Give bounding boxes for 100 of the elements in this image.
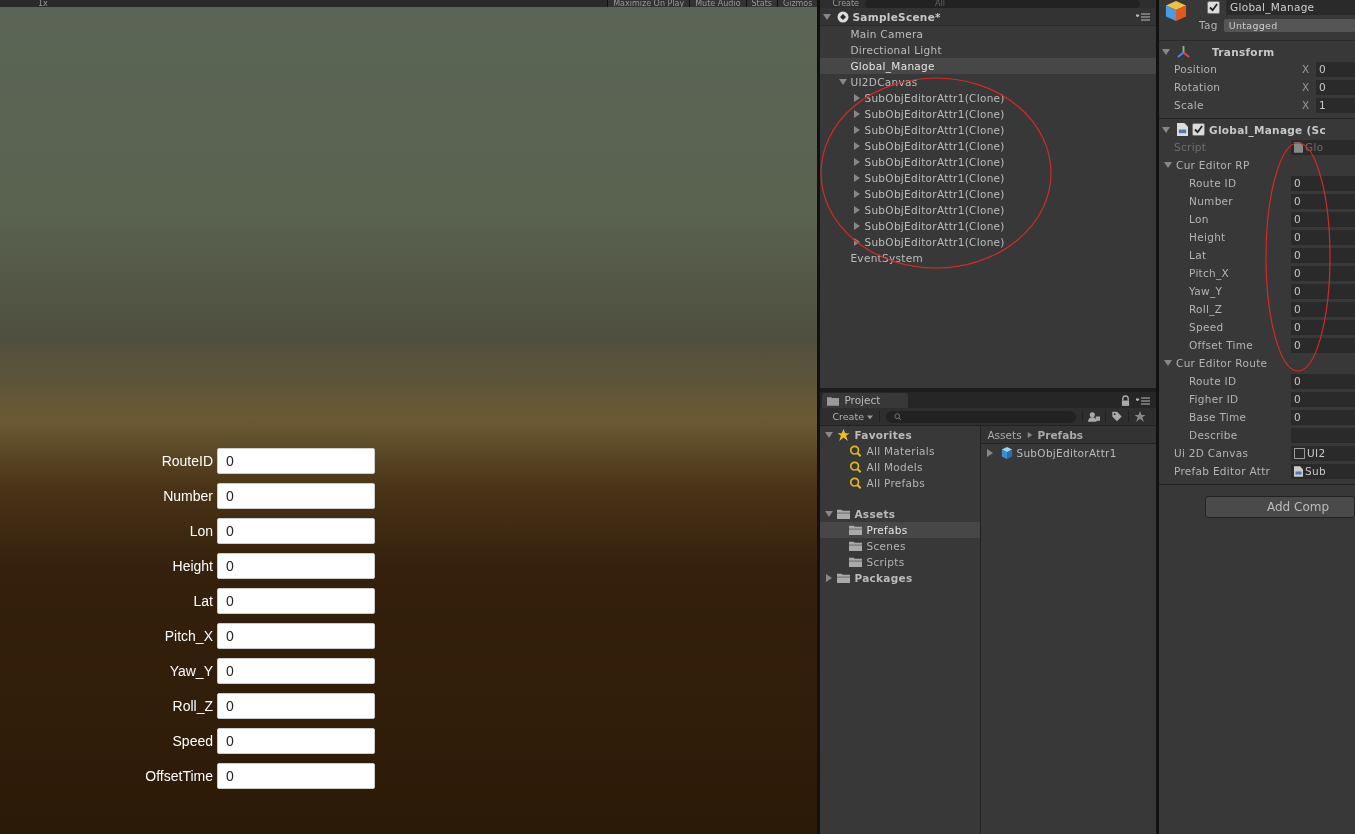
expand-arrow-icon[interactable]	[853, 190, 862, 198]
add-component-button[interactable]: Add Comp	[1205, 496, 1355, 518]
project-tree-item[interactable]: All Prefabs	[820, 475, 981, 491]
expand-arrow-icon[interactable]	[853, 126, 862, 134]
value-field[interactable]: 0	[1316, 79, 1355, 95]
expand-arrow-icon[interactable]	[839, 78, 848, 86]
input-field[interactable]: 0	[217, 483, 375, 509]
expand-arrow-icon[interactable]	[986, 449, 995, 457]
component-title: Transform	[1212, 45, 1275, 58]
breadcrumb-item[interactable]: Prefabs	[1037, 428, 1084, 441]
breadcrumb-arrow-icon	[1026, 431, 1033, 438]
hierarchy-item[interactable]: SubObjEditorAttr1(Clone)	[820, 234, 1156, 250]
project-tree-item[interactable]: Scenes	[820, 538, 981, 554]
value-field[interactable]: 0	[1291, 409, 1355, 425]
expand-arrow-icon[interactable]	[823, 12, 832, 21]
project-tree-item[interactable]: Packages	[820, 570, 981, 586]
property-label: Scale	[1173, 99, 1204, 111]
folder-icon	[837, 572, 851, 584]
input-field[interactable]: 0	[217, 448, 375, 474]
value-field[interactable]: 0	[1291, 373, 1355, 389]
project-tree-item[interactable]: Prefabs	[820, 522, 981, 538]
project-tab[interactable]: Project	[822, 393, 909, 408]
checkbox[interactable]	[1192, 123, 1205, 136]
tag-dropdown[interactable]: Untagged	[1223, 18, 1355, 32]
project-tree-item[interactable]: Assets	[820, 506, 981, 522]
expand-arrow-icon[interactable]	[853, 142, 862, 150]
value-field[interactable]: 0	[1291, 211, 1355, 227]
hierarchy-item[interactable]: Directional Light	[820, 42, 1156, 58]
value-field[interactable]: 0	[1291, 283, 1355, 299]
create-dropdown[interactable]: Create	[832, 0, 860, 8]
field-label: OffsetTime	[144, 768, 214, 784]
menu-icon[interactable]	[1136, 397, 1150, 405]
lock-icon[interactable]	[1121, 395, 1130, 406]
menu-icon[interactable]	[1136, 12, 1150, 21]
checkbox[interactable]	[1207, 1, 1220, 14]
hierarchy-item[interactable]: SubObjEditorAttr1(Clone)	[820, 170, 1156, 186]
expand-arrow-icon[interactable]	[825, 510, 834, 518]
expand-arrow-icon[interactable]	[1164, 161, 1172, 169]
foldout-label[interactable]: Cur Editor Route	[1176, 354, 1268, 372]
hierarchy-item[interactable]: SubObjEditorAttr1(Clone)	[820, 106, 1156, 122]
expand-arrow-icon[interactable]	[853, 206, 862, 214]
value-field[interactable]: 0	[1291, 265, 1355, 281]
hierarchy-item[interactable]: Global_Manage	[820, 58, 1156, 74]
expand-arrow-icon[interactable]	[825, 431, 834, 439]
foldout-label[interactable]: Cur Editor RP	[1176, 156, 1250, 174]
value-field[interactable]: 0	[1291, 319, 1355, 335]
value-field[interactable]: 1	[1316, 97, 1355, 113]
expand-arrow-icon[interactable]	[853, 110, 862, 118]
value-field[interactable]: 0	[1291, 301, 1355, 317]
input-field[interactable]: 0	[217, 518, 375, 544]
value-field[interactable]: 0	[1291, 175, 1355, 191]
script-file-icon	[1294, 141, 1303, 153]
object-field[interactable]: UI2	[1291, 445, 1355, 461]
object-field[interactable]: Sub	[1291, 463, 1355, 479]
hierarchy-item[interactable]: SubObjEditorAttr1(Clone)	[820, 154, 1156, 170]
value-field[interactable]: 0	[1291, 391, 1355, 407]
hierarchy-item[interactable]: SubObjEditorAttr1(Clone)	[820, 138, 1156, 154]
hierarchy-item[interactable]: SubObjEditorAttr1(Clone)	[820, 90, 1156, 106]
name-field[interactable]: Global_Manage	[1226, 0, 1355, 15]
value-field[interactable]: 0	[1291, 193, 1355, 209]
expand-arrow-icon[interactable]	[1162, 47, 1170, 56]
input-field[interactable]: 0	[217, 728, 375, 754]
expand-arrow-icon[interactable]	[853, 174, 862, 182]
expand-arrow-icon[interactable]	[853, 222, 862, 230]
search-field[interactable]	[886, 410, 1076, 423]
component-title: Global_Manage (Sc	[1209, 123, 1326, 136]
value-field[interactable]: 0	[1316, 61, 1355, 77]
asset-item[interactable]: SubObjEditorAttr1	[1016, 447, 1117, 459]
value-field[interactable]: 0	[1291, 337, 1355, 353]
project-tree-item[interactable]: All Models	[820, 459, 981, 475]
input-field[interactable]: 0	[217, 553, 375, 579]
expand-arrow-icon[interactable]	[1164, 359, 1172, 367]
object-icon	[1294, 447, 1305, 459]
property-label: Pitch_X	[1188, 267, 1231, 279]
expand-arrow-icon[interactable]	[825, 574, 834, 582]
input-field[interactable]: 0	[217, 623, 375, 649]
hierarchy-item[interactable]: SubObjEditorAttr1(Clone)	[820, 218, 1156, 234]
value-field[interactable]: 0	[1291, 247, 1355, 263]
input-field[interactable]: 0	[217, 693, 375, 719]
input-field[interactable]: 0	[217, 763, 375, 789]
hierarchy-item[interactable]: SubObjEditorAttr1(Clone)	[820, 202, 1156, 218]
input-field[interactable]: 0	[217, 588, 375, 614]
expand-arrow-icon[interactable]	[1162, 125, 1170, 134]
scene-title: SampleScene*	[852, 10, 942, 23]
create-dropdown[interactable]: Create	[820, 411, 880, 422]
search-icon	[849, 461, 863, 473]
hierarchy-item[interactable]: SubObjEditorAttr1(Clone)	[820, 122, 1156, 138]
project-tree-item[interactable]: Favorites	[820, 427, 981, 443]
property-label: Describe	[1188, 429, 1239, 441]
project-tree-item[interactable]: All Materials	[820, 443, 981, 459]
expand-arrow-icon[interactable]	[853, 158, 862, 166]
project-tree-item[interactable]: Scripts	[820, 554, 981, 570]
hierarchy-item[interactable]: Main Camera	[820, 26, 1156, 42]
value-field[interactable]: 0	[1291, 229, 1355, 245]
expand-arrow-icon[interactable]	[853, 94, 862, 102]
breadcrumb-item[interactable]: Assets	[987, 428, 1022, 441]
hierarchy-item[interactable]: SubObjEditorAttr1(Clone)	[820, 186, 1156, 202]
property-label: Position	[1173, 63, 1218, 75]
input-field[interactable]: 0	[217, 658, 375, 684]
expand-arrow-icon[interactable]	[853, 238, 862, 246]
